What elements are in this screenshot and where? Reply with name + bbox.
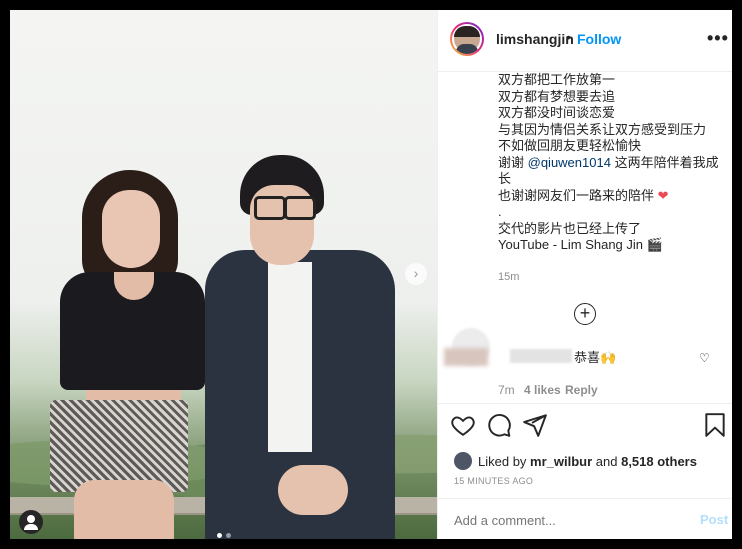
profile-avatar[interactable] (450, 22, 484, 56)
post-caption: 双方都把工作放第一 双方都有梦想要去追 双方都没时间谈恋爱 与其因为情侣关系让双… (498, 72, 723, 254)
comment-bubble-icon[interactable] (486, 412, 512, 438)
carousel-next-button[interactable]: › (405, 263, 427, 285)
liked-by-prefix: Liked by (478, 454, 531, 469)
caption-line: 也谢谢网友们一路来的陪伴 ❤ (498, 188, 723, 205)
caption-line: 与其因为情侣关系让双方感受到压力 (498, 121, 707, 137)
caption-netizens: 也谢谢网友们一路来的陪伴 (498, 187, 655, 203)
caption-line: 双方都没时间谈恋爱 (498, 105, 616, 120)
woman-skirt (50, 400, 188, 492)
avatar-image (452, 24, 482, 54)
carousel-dot-active (217, 533, 222, 538)
caption-time: 15m (498, 271, 520, 283)
save-bookmark-icon[interactable] (702, 412, 728, 438)
post-timestamp: 15 MINUTES AGO (454, 476, 534, 486)
follow-button[interactable]: Follow (577, 31, 621, 47)
caption-thanks: 谢谢 @qiuwen1014 这两年陪伴着我成长 (498, 155, 723, 188)
caption-line: 双方都把工作放第一 (498, 72, 616, 87)
username-link[interactable]: limshangjin (496, 31, 574, 47)
comment-likes[interactable]: 4 likes (524, 383, 561, 397)
liked-by-avatar[interactable] (454, 452, 472, 470)
like-heart-icon[interactable] (450, 412, 476, 438)
caption-dot: . (498, 204, 502, 219)
carousel-dot (226, 533, 231, 538)
post-photo[interactable]: › (10, 10, 437, 539)
caption-line: YouTube - Lim Shang Jin 🎬 (498, 237, 663, 252)
caption-thanks-prefix: 谢谢 (498, 154, 528, 170)
add-comment-input[interactable] (452, 512, 676, 529)
liked-by-user-link[interactable]: mr_wilbur (530, 454, 592, 469)
avatar-hair (454, 26, 480, 37)
load-more-comments-button[interactable]: + (574, 303, 596, 325)
caption-line: 不如做回朋友更轻松愉快 (498, 138, 642, 153)
woman-legs (74, 480, 174, 539)
liked-by-middle: and (592, 454, 622, 469)
man-shirt (268, 262, 312, 452)
man-glasses-left (254, 196, 286, 220)
post-modal: › limshangjin • Follow ••• 双方都把工作放第一 双方都… (10, 10, 732, 539)
avatar-body (456, 44, 478, 54)
commenter-username-blurred[interactable] (510, 349, 572, 363)
caption-line: 双方都有梦想要去追 (498, 88, 616, 104)
post-side-panel: limshangjin • Follow ••• 双方都把工作放第一 双方都有梦… (437, 10, 732, 539)
comment-reply-button[interactable]: Reply (565, 383, 598, 397)
separator-dot: • (566, 29, 571, 45)
likes-count-link[interactable]: 8,518 others (621, 454, 697, 469)
comment-bar: Post (438, 498, 732, 539)
commenter-avatar-blur (444, 348, 488, 366)
caption-line: 交代的影片也已经上传了 (498, 220, 642, 236)
comment-like-icon[interactable]: ♡ (699, 351, 710, 365)
mention-link[interactable]: @qiuwen1014 (528, 155, 611, 170)
post-comment-button[interactable]: Post (700, 512, 728, 527)
heart-emoji-icon: ❤ (657, 187, 669, 203)
man-hands (278, 465, 348, 515)
comment-time: 7m (498, 383, 515, 397)
more-options-icon[interactable]: ••• (707, 28, 729, 49)
man-glasses-right (284, 196, 316, 220)
comment-text: 恭喜🙌 (574, 350, 617, 365)
liked-by-text: Liked by mr_wilbur and 8,518 others (478, 454, 697, 469)
tagged-users-icon[interactable] (19, 510, 43, 534)
woman-face (102, 190, 160, 268)
share-send-icon[interactable] (522, 412, 548, 438)
carousel-dots (215, 525, 233, 539)
post-header: limshangjin • Follow ••• (438, 10, 732, 72)
